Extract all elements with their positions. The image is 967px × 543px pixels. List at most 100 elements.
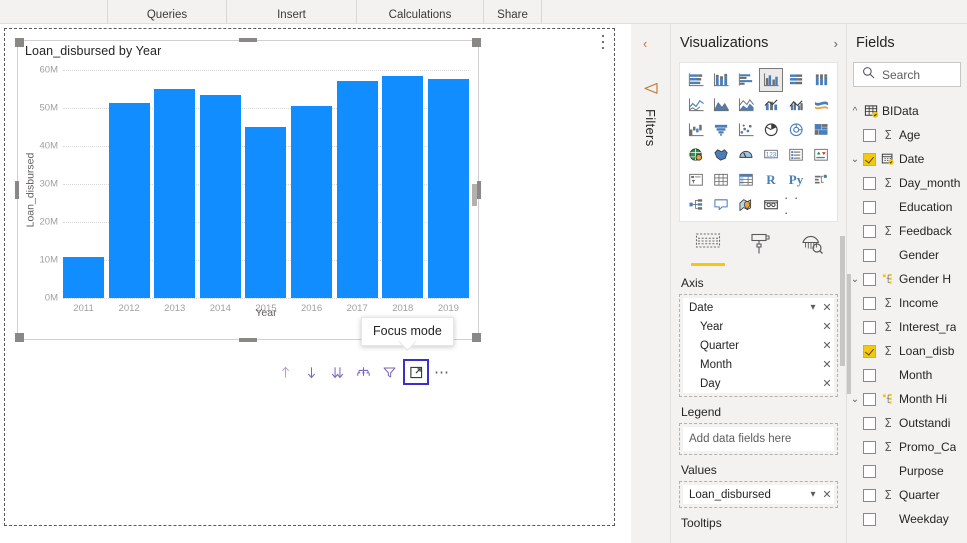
field-checkbox[interactable]: [863, 465, 876, 478]
field-row[interactable]: .ΣFeedback: [847, 219, 967, 243]
field-checkbox[interactable]: [863, 417, 876, 430]
visual-header-toolbar[interactable]: ⋯: [273, 359, 473, 385]
field-row[interactable]: .ΣInterest_ra: [847, 315, 967, 339]
field-checkbox[interactable]: [863, 393, 876, 406]
field-row[interactable]: .ΣLoan_disb: [847, 339, 967, 363]
r-script-visual-icon[interactable]: R: [759, 168, 783, 192]
treemap-icon[interactable]: [809, 118, 833, 142]
chevron-down-icon[interactable]: ⌄: [847, 154, 863, 165]
field-checkbox[interactable]: [863, 369, 876, 382]
100-percent-stacked-column-chart-icon[interactable]: [809, 68, 833, 92]
field-row[interactable]: .Education: [847, 195, 967, 219]
search-input[interactable]: Search: [853, 62, 961, 87]
bar-column[interactable]: 2013: [154, 70, 195, 298]
field-wells[interactable]: AxisDate▾✕Year✕Quarter✕Month✕Day✕LegendA…: [671, 266, 846, 530]
chevron-up-icon[interactable]: ^: [847, 106, 863, 117]
remove-field-icon[interactable]: ✕: [820, 488, 834, 501]
resize-handle-bottom[interactable]: [239, 338, 257, 342]
resize-handle-top[interactable]: [239, 38, 257, 42]
ribbon-group-0[interactable]: [0, 0, 108, 24]
focus-mode-icon[interactable]: [403, 359, 429, 385]
field-checkbox[interactable]: [863, 513, 876, 526]
bar[interactable]: [200, 95, 241, 298]
ribbon-group-calculations[interactable]: Calculations: [357, 0, 484, 24]
field-checkbox[interactable]: [863, 177, 876, 190]
field-checkbox[interactable]: [863, 297, 876, 310]
map-icon[interactable]: [684, 143, 708, 167]
visualizations-tabs[interactable]: [671, 222, 846, 266]
well-field-item[interactable]: Loan_disbursed▾✕: [683, 485, 834, 504]
bar[interactable]: [291, 106, 332, 298]
field-checkbox[interactable]: [863, 489, 876, 502]
bar-column[interactable]: 2019: [428, 70, 469, 298]
chevron-down-icon[interactable]: ⌄: [847, 394, 863, 405]
filter-icon[interactable]: [377, 360, 401, 384]
field-row[interactable]: ⌄Month Hi: [847, 387, 967, 411]
slicer-icon[interactable]: [684, 168, 708, 192]
report-page[interactable]: Loan_disbursed by Year Loan_disbursed 0M…: [4, 28, 615, 526]
analytics-tab[interactable]: [797, 232, 827, 266]
scatter-chart-icon[interactable]: [734, 118, 758, 142]
chevron-down-icon[interactable]: ▾: [806, 302, 820, 313]
kpi-icon[interactable]: [809, 143, 833, 167]
well-field-item[interactable]: Month✕: [683, 355, 834, 374]
bar-column[interactable]: 2011: [63, 70, 104, 298]
remove-field-icon[interactable]: ✕: [820, 339, 834, 352]
clustered-column-chart-icon[interactable]: [759, 68, 783, 92]
donut-chart-icon[interactable]: [784, 118, 808, 142]
bar-column[interactable]: 2017: [337, 70, 378, 298]
visualizations-pane-scrollbar[interactable]: [840, 236, 845, 366]
waterfall-chart-icon[interactable]: [684, 118, 708, 142]
resize-handle-bottom-left[interactable]: [15, 333, 24, 342]
field-row[interactable]: .Weekday: [847, 507, 967, 531]
multi-row-card-icon[interactable]: [784, 143, 808, 167]
visual-type-gallery[interactable]: 123RPy· · ·: [679, 62, 838, 222]
go-to-next-level-icon[interactable]: [325, 360, 349, 384]
expand-all-down-icon[interactable]: [351, 360, 375, 384]
expand-visualizations-icon[interactable]: ›: [834, 36, 838, 51]
filled-map-icon[interactable]: [709, 143, 733, 167]
bar-column[interactable]: 2018: [382, 70, 423, 298]
bar[interactable]: [337, 81, 378, 298]
get-more-visuals-icon[interactable]: · · ·: [784, 193, 808, 217]
paginated-report-icon[interactable]: [759, 193, 783, 217]
field-checkbox[interactable]: [863, 345, 876, 358]
field-checkbox[interactable]: [863, 153, 876, 166]
remove-field-icon[interactable]: ✕: [820, 320, 834, 333]
field-checkbox[interactable]: [863, 321, 876, 334]
field-row[interactable]: .ΣOutstandi: [847, 411, 967, 435]
axis-well[interactable]: Date▾✕Year✕Quarter✕Month✕Day✕: [679, 294, 838, 397]
bar[interactable]: [63, 257, 104, 298]
funnel-chart-icon[interactable]: [709, 118, 733, 142]
bar-column[interactable]: 2015: [245, 70, 286, 298]
field-checkbox[interactable]: [863, 201, 876, 214]
qna-icon[interactable]: [709, 193, 733, 217]
fields-table-row[interactable]: ^BIData: [847, 99, 967, 123]
values-well[interactable]: Loan_disbursed▾✕: [679, 481, 838, 508]
stacked-bar-chart-icon[interactable]: [684, 68, 708, 92]
line-and-stacked-column-chart-icon[interactable]: [759, 93, 783, 117]
field-checkbox[interactable]: [863, 273, 876, 286]
field-row[interactable]: .Purpose: [847, 459, 967, 483]
area-chart-icon[interactable]: [709, 93, 733, 117]
drill-up-icon[interactable]: [273, 360, 297, 384]
table-icon[interactable]: [709, 168, 733, 192]
well-field-item[interactable]: Quarter✕: [683, 336, 834, 355]
resize-handle-top-left[interactable]: [15, 38, 24, 47]
report-canvas-area[interactable]: Loan_disbursed by Year Loan_disbursed 0M…: [0, 24, 631, 543]
more-options-icon[interactable]: ⋯: [431, 360, 453, 384]
field-checkbox[interactable]: [863, 129, 876, 142]
key-influencers-icon[interactable]: [809, 168, 833, 192]
field-checkbox[interactable]: [863, 249, 876, 262]
ribbon-group-queries[interactable]: Queries: [108, 0, 227, 24]
resize-handle-top-right[interactable]: [472, 38, 481, 47]
field-row[interactable]: .Month: [847, 363, 967, 387]
field-row[interactable]: ⌄Gender H: [847, 267, 967, 291]
fields-tab[interactable]: [693, 232, 723, 266]
field-row[interactable]: .Gender: [847, 243, 967, 267]
ribbon-group-share[interactable]: Share: [484, 0, 542, 24]
remove-field-icon[interactable]: ✕: [820, 301, 834, 314]
resize-handle-right[interactable]: [477, 181, 481, 199]
bar[interactable]: [382, 76, 423, 298]
bar[interactable]: [154, 89, 195, 298]
